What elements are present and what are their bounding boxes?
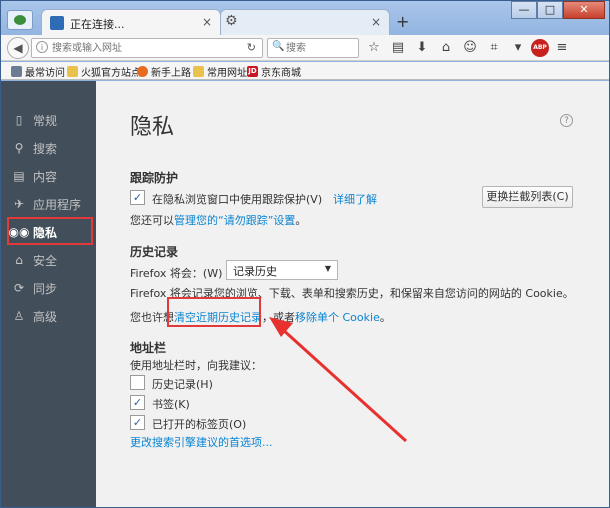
- annotation-arrow: [269, 317, 408, 443]
- browser-window: 正在连接... × ⚙ × + — □ ✕ ◀ i ↻ 🔍 ☆ ▤ ⬇ ⌂: [0, 0, 610, 508]
- arrow-shaft: [279, 326, 408, 443]
